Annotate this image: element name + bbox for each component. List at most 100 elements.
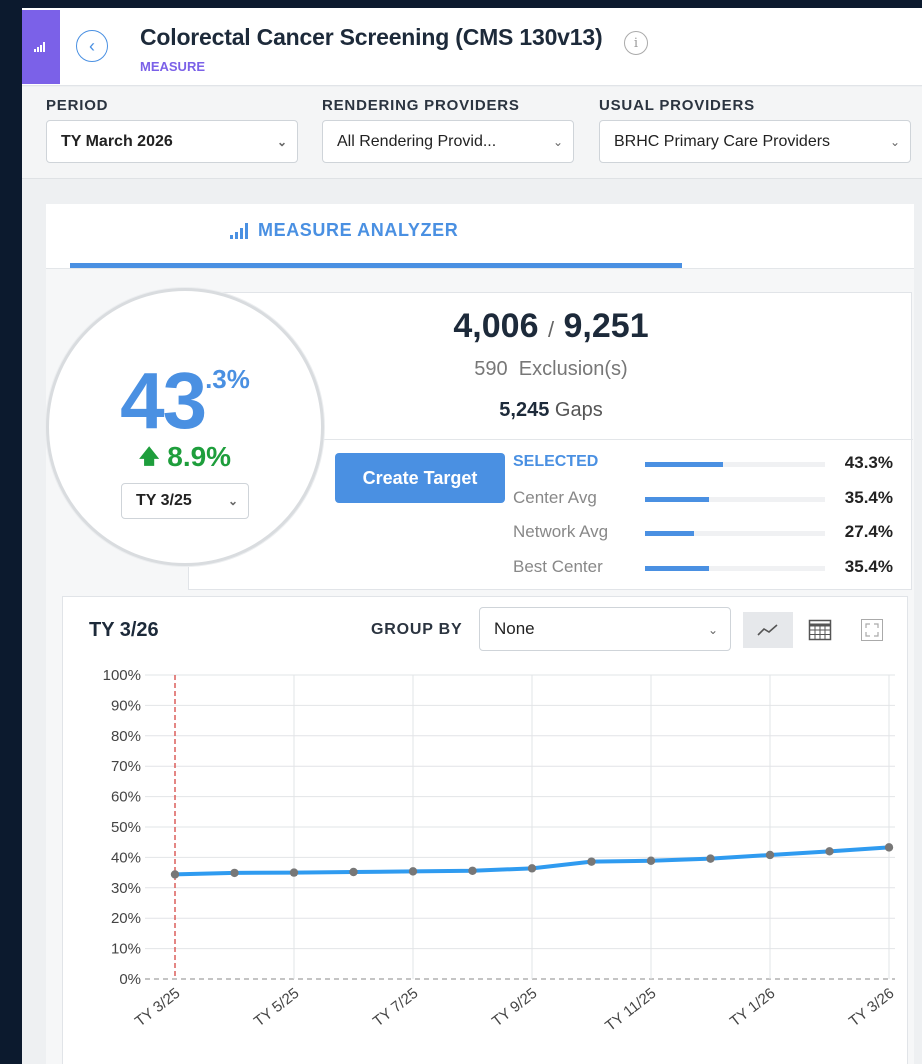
chevron-down-icon: ⌄ — [707, 623, 718, 637]
performance-ratio: 4,006 / 9,251 — [189, 307, 913, 346]
period-label: PERIOD — [46, 97, 109, 114]
tab-label: MEASURE ANALYZER — [258, 220, 459, 240]
data-point — [527, 864, 537, 873]
data-point — [706, 854, 715, 863]
table-icon — [808, 619, 832, 641]
page-subtitle: MEASURE — [140, 59, 206, 74]
x-tick-label: TY 3/25 — [132, 985, 184, 1031]
x-tick-label: TY 9/25 — [489, 985, 541, 1031]
chevron-down-icon: ⌄ — [227, 494, 238, 508]
chevron-down-icon: ⌄ — [889, 135, 900, 149]
data-point — [765, 850, 775, 860]
y-tick-label: 40% — [111, 849, 141, 866]
compare-period-select[interactable]: TY 3/25 ⌄ — [121, 483, 249, 519]
data-point — [825, 847, 834, 856]
back-button[interactable]: ‹ — [76, 30, 108, 62]
arrow-up-icon: 🡅 — [138, 446, 160, 468]
data-point — [170, 870, 180, 879]
comparison-bar-track — [645, 531, 825, 536]
comparison-row-network-avg: Network Avg 27.4% — [513, 522, 893, 544]
line-chart-view-button[interactable] — [743, 612, 793, 648]
y-tick-label: 50% — [111, 819, 141, 836]
comparison-label: SELECTED — [513, 453, 599, 470]
score-delta: 🡅 8.9% — [49, 441, 321, 476]
data-point — [408, 867, 418, 876]
data-point — [230, 868, 239, 878]
info-icon[interactable]: i — [624, 31, 648, 55]
comparison-bar — [645, 566, 709, 571]
page-header: ‹ Colorectal Cancer Screening (CMS 130v1… — [22, 8, 922, 86]
comparison-value: 35.4% — [844, 557, 893, 576]
usual-providers-select[interactable]: BRHC Primary Care Providers ⌄ — [599, 120, 911, 163]
signal-bars-icon — [34, 42, 48, 52]
page-title: Colorectal Cancer Screening (CMS 130v13) — [140, 24, 603, 50]
comparison-bar — [645, 531, 695, 536]
period-select[interactable]: TY March 2026 ⌄ — [46, 120, 298, 163]
chevron-down-icon: ⌄ — [276, 135, 287, 149]
y-tick-label: 20% — [111, 910, 141, 927]
rendering-providers-select[interactable]: All Rendering Provid... ⌄ — [322, 120, 574, 163]
comparison-bar-track — [645, 497, 825, 502]
x-tick-label: TY 1/26 — [727, 985, 779, 1031]
denominator: 9,251 — [563, 307, 649, 345]
exclusions-label: Exclusion(s) — [518, 358, 628, 380]
data-point — [468, 866, 477, 875]
chart-title: TY 3/26 — [89, 619, 159, 641]
comparison-label: Best Center — [513, 557, 603, 576]
create-target-button[interactable]: Create Target — [335, 453, 505, 503]
usual-providers-value: BRHC Primary Care Providers — [614, 132, 831, 150]
usual-providers-label: USUAL PROVIDERS — [599, 97, 755, 114]
comparison-bar — [645, 462, 723, 467]
score-circle: 43.3% 🡅 8.9% TY 3/25 ⌄ — [46, 288, 324, 566]
group-by-select[interactable]: None ⌄ — [479, 607, 731, 651]
expand-icon — [861, 619, 883, 641]
y-tick-label: 70% — [111, 758, 141, 775]
score-integer: 43 — [120, 356, 207, 445]
y-tick-label: 60% — [111, 789, 141, 806]
comparison-bar-track — [645, 462, 825, 467]
comparison-bar-track — [645, 566, 825, 571]
y-tick-label: 90% — [111, 697, 141, 714]
bar-chart-icon — [230, 222, 248, 239]
tab-bar: MEASURE ANALYZER — [46, 204, 914, 269]
numerator: 4,006 — [453, 307, 539, 345]
group-by-value: None — [494, 619, 535, 638]
data-point — [587, 857, 596, 866]
rendering-providers-label: RENDERING PROVIDERS — [322, 97, 520, 114]
active-tab-indicator — [70, 263, 682, 268]
group-by-label: GROUP BY — [371, 621, 463, 638]
divider — [319, 439, 913, 440]
comparison-bar — [645, 497, 709, 502]
comparison-row-selected: SELECTED 43.3% — [513, 453, 893, 475]
rendering-providers-value: All Rendering Provid... — [337, 132, 497, 150]
y-tick-label: 80% — [111, 728, 141, 745]
compare-period-value: TY 3/25 — [136, 492, 192, 509]
measure-score: 43.3% — [49, 355, 321, 447]
data-point — [646, 856, 656, 865]
exclusions-count: 590 — [474, 358, 508, 380]
data-point — [349, 867, 358, 877]
data-point — [884, 843, 894, 852]
measure-side-tab[interactable] — [22, 10, 60, 84]
period-value: TY March 2026 — [61, 132, 173, 150]
y-tick-label: 30% — [111, 880, 141, 897]
chevron-down-icon: ⌄ — [552, 135, 563, 149]
y-tick-label: 0% — [119, 971, 141, 988]
x-tick-label: TY 3/26 — [846, 985, 898, 1031]
gaps-label: Gaps — [554, 399, 603, 421]
trend-chart-card: TY 3/26 GROUP BY None ⌄ 0% 10% 20% 30% 4… — [62, 596, 908, 1064]
tab-measure-analyzer[interactable]: MEASURE ANALYZER — [230, 220, 458, 241]
score-decimal: .3% — [205, 364, 250, 394]
filter-bar: PERIOD TY March 2026 ⌄ RENDERING PROVIDE… — [22, 87, 922, 179]
table-view-button[interactable] — [795, 612, 845, 648]
expand-button[interactable] — [847, 612, 897, 648]
x-tick-label: TY 11/25 — [602, 985, 659, 1035]
gaps-count: 5,245 — [499, 399, 550, 421]
comparison-value: 27.4% — [844, 522, 893, 541]
ratio-slash: / — [547, 317, 555, 342]
data-point — [289, 868, 299, 877]
trend-line-chart: 0% 10% 20% 30% 40% 50% 60% 70% 80% 90% 100% TY 3/25… — [103, 667, 898, 1035]
x-tick-label: TY 5/25 — [251, 985, 303, 1031]
chevron-left-icon: ‹ — [89, 36, 95, 56]
app-frame: ‹ Colorectal Cancer Screening (CMS 130v1… — [22, 8, 922, 1064]
